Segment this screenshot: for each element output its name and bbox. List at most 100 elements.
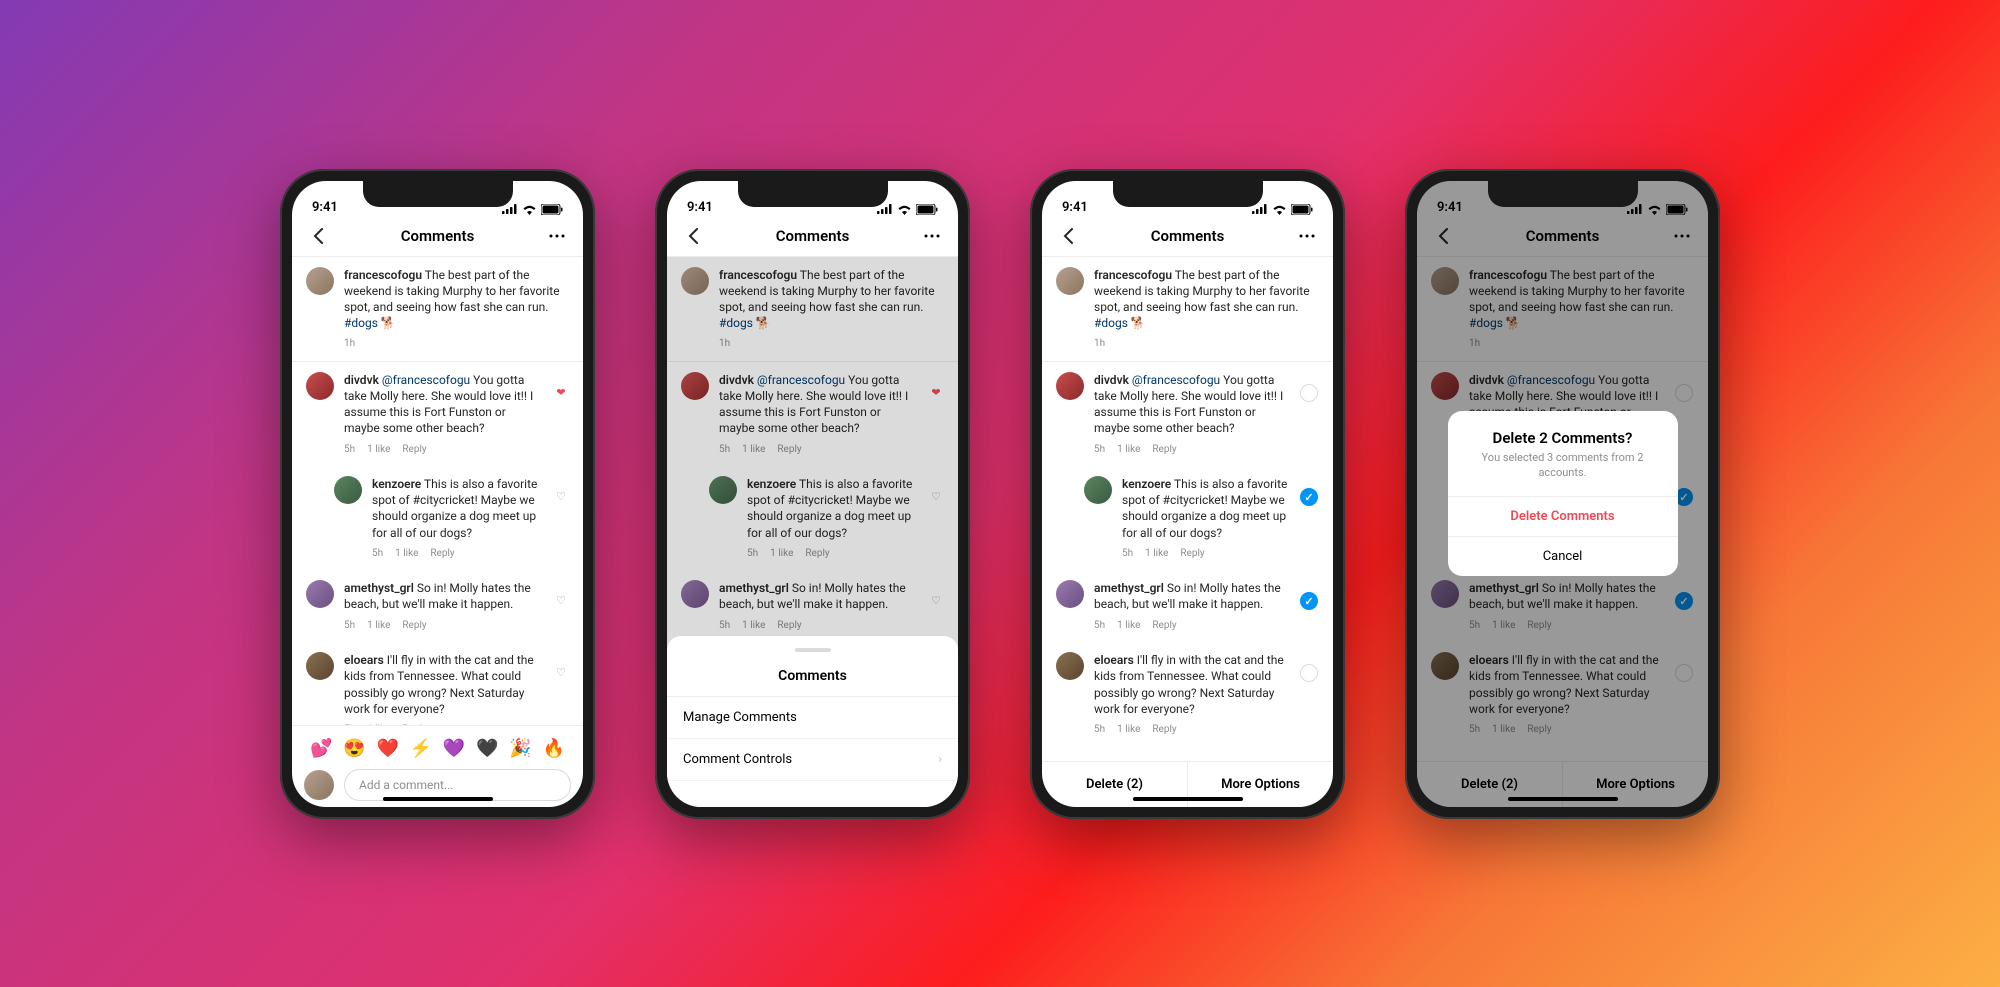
avatar[interactable] bbox=[1056, 372, 1084, 400]
composer-avatar[interactable] bbox=[304, 770, 334, 800]
comment-row[interactable]: kenzoere This is also a favorite spot of… bbox=[292, 466, 583, 570]
comment-user[interactable]: eloears bbox=[344, 653, 384, 667]
caption-user[interactable]: francescofogu bbox=[719, 268, 797, 282]
avatar[interactable] bbox=[681, 580, 709, 608]
select-button[interactable] bbox=[1299, 652, 1319, 682]
comment-likes[interactable]: 1 like bbox=[1117, 443, 1140, 457]
comment-reply[interactable]: Reply bbox=[1180, 547, 1204, 561]
avatar[interactable] bbox=[1056, 267, 1084, 295]
avatar[interactable] bbox=[1084, 476, 1112, 504]
comment-reply[interactable]: Reply bbox=[402, 443, 426, 457]
comment-likes[interactable]: 1 like bbox=[367, 443, 390, 457]
more-button[interactable] bbox=[920, 234, 944, 238]
avatar[interactable] bbox=[306, 267, 334, 295]
comment-user[interactable]: amethyst_grl bbox=[1094, 581, 1164, 595]
modal-overlay[interactable]: Delete 2 Comments? You selected 3 commen… bbox=[1417, 181, 1708, 807]
comment-reply[interactable]: Reply bbox=[777, 619, 801, 633]
caption-user[interactable]: francescofogu bbox=[344, 268, 422, 282]
comment-row[interactable]: amethyst_grl So in! Molly hates the beac… bbox=[292, 570, 583, 642]
emoji-quick-button[interactable]: 💕 bbox=[310, 738, 332, 759]
avatar[interactable] bbox=[306, 372, 334, 400]
comment-likes[interactable]: 1 like bbox=[742, 443, 765, 457]
comment-reply[interactable]: Reply bbox=[402, 723, 426, 725]
comment-likes[interactable]: 1 like bbox=[1117, 723, 1140, 737]
emoji-quick-button[interactable]: 🖤 bbox=[476, 738, 498, 759]
comment-reply[interactable]: Reply bbox=[1152, 443, 1176, 457]
comment-row[interactable]: eloears I'll fly in with the cat and the… bbox=[1042, 642, 1333, 746]
emoji-quick-button[interactable]: ⚡ bbox=[410, 738, 432, 759]
avatar[interactable] bbox=[1056, 580, 1084, 608]
emoji-quick-button[interactable]: 💜 bbox=[443, 738, 465, 759]
comment-user[interactable]: divdvk bbox=[344, 373, 379, 387]
comment-row[interactable]: divdvk @francescofogu You gotta take Mol… bbox=[1042, 362, 1333, 466]
comment-reply[interactable]: Reply bbox=[402, 619, 426, 633]
comment-likes[interactable]: 1 like bbox=[1117, 619, 1140, 633]
more-button[interactable] bbox=[545, 234, 569, 238]
home-indicator[interactable] bbox=[383, 797, 493, 801]
comment-user[interactable]: eloears bbox=[1094, 653, 1134, 667]
more-button[interactable] bbox=[1295, 234, 1319, 238]
comment-likes[interactable]: 1 like bbox=[395, 547, 418, 561]
comment-reply[interactable]: Reply bbox=[777, 443, 801, 457]
like-button[interactable]: ❤ bbox=[553, 372, 569, 399]
like-button[interactable]: ♡ bbox=[553, 476, 569, 503]
avatar[interactable] bbox=[306, 652, 334, 680]
comment-user[interactable]: divdvk bbox=[719, 373, 754, 387]
comment-row[interactable]: eloears I'll fly in with the cat and the… bbox=[292, 642, 583, 724]
back-button[interactable] bbox=[1056, 228, 1080, 244]
like-button[interactable]: ♡ bbox=[553, 580, 569, 607]
comment-likes[interactable]: 1 like bbox=[367, 723, 390, 725]
select-button[interactable] bbox=[1299, 476, 1319, 506]
comment-row[interactable]: divdvk @francescofogu You gotta take Mol… bbox=[292, 362, 583, 466]
like-button[interactable]: ♡ bbox=[928, 476, 944, 503]
comment-row[interactable]: amethyst_grl So in! Molly hates the beac… bbox=[1042, 570, 1333, 642]
avatar[interactable] bbox=[681, 267, 709, 295]
comment-reply[interactable]: Reply bbox=[1152, 723, 1176, 737]
back-button[interactable] bbox=[681, 228, 705, 244]
like-button[interactable]: ♡ bbox=[553, 652, 569, 679]
comment-user[interactable]: divdvk bbox=[1094, 373, 1129, 387]
avatar[interactable] bbox=[1056, 652, 1084, 680]
modal-cancel-button[interactable]: Cancel bbox=[1448, 536, 1678, 576]
emoji-quick-button[interactable]: ❤️ bbox=[376, 738, 398, 759]
avatar[interactable] bbox=[334, 476, 362, 504]
like-button[interactable]: ❤ bbox=[928, 372, 944, 399]
back-button[interactable] bbox=[306, 228, 330, 244]
select-button[interactable] bbox=[1299, 580, 1319, 610]
comment-likes[interactable]: 1 like bbox=[1145, 547, 1168, 561]
avatar[interactable] bbox=[306, 580, 334, 608]
comment-likes[interactable]: 1 like bbox=[367, 619, 390, 633]
caption-user[interactable]: francescofogu bbox=[1094, 268, 1172, 282]
comment-user[interactable]: amethyst_grl bbox=[719, 581, 789, 595]
caption-hashtag[interactable]: #dogs bbox=[1094, 316, 1128, 330]
comment-reply[interactable]: Reply bbox=[1152, 619, 1176, 633]
emoji-quick-button[interactable]: 🎉 bbox=[509, 738, 531, 759]
comment-likes[interactable]: 1 like bbox=[770, 547, 793, 561]
comment-likes[interactable]: 1 like bbox=[742, 619, 765, 633]
select-button[interactable] bbox=[1299, 372, 1319, 402]
sheet-item-manage[interactable]: Manage Comments bbox=[667, 697, 958, 739]
comment-row[interactable]: kenzoere This is also a favorite spot of… bbox=[667, 466, 958, 570]
home-indicator[interactable] bbox=[1133, 797, 1243, 801]
comment-reply[interactable]: Reply bbox=[430, 547, 454, 561]
comment-row[interactable]: divdvk @francescofogu You gotta take Mol… bbox=[667, 362, 958, 466]
comment-row[interactable]: amethyst_grl So in! Molly hates the beac… bbox=[667, 570, 958, 642]
comment-user[interactable]: kenzoere bbox=[1122, 477, 1171, 491]
like-button[interactable]: ♡ bbox=[928, 580, 944, 607]
emoji-quick-button[interactable]: 🔥 bbox=[543, 738, 565, 759]
avatar[interactable] bbox=[709, 476, 737, 504]
caption-hashtag[interactable]: #dogs bbox=[719, 316, 753, 330]
sheet-item-controls[interactable]: Comment Controls› bbox=[667, 739, 958, 781]
comment-user[interactable]: kenzoere bbox=[372, 477, 421, 491]
avatar[interactable] bbox=[681, 372, 709, 400]
comment-mention[interactable]: @francescofogu bbox=[757, 373, 845, 387]
comment-mention[interactable]: @francescofogu bbox=[382, 373, 470, 387]
comment-row[interactable]: kenzoere This is also a favorite spot of… bbox=[1042, 466, 1333, 570]
comment-user[interactable]: kenzoere bbox=[747, 477, 796, 491]
sheet-handle[interactable] bbox=[795, 648, 831, 652]
caption-hashtag[interactable]: #dogs bbox=[344, 316, 378, 330]
comment-reply[interactable]: Reply bbox=[805, 547, 829, 561]
comment-user[interactable]: amethyst_grl bbox=[344, 581, 414, 595]
emoji-quick-button[interactable]: 😍 bbox=[343, 738, 365, 759]
comment-mention[interactable]: @francescofogu bbox=[1132, 373, 1220, 387]
